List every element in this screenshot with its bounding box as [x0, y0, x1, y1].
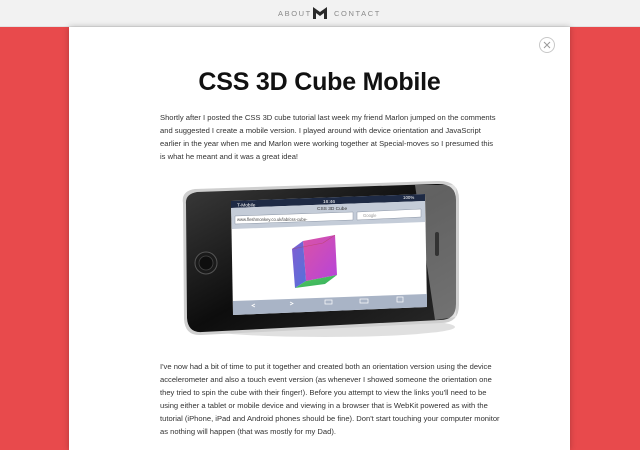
phone-page-title: CSS 3D Cube — [317, 206, 347, 212]
iphone-screenshot-image: T-Mobile 16:46 100% CSS 3D Cube www.fles… — [182, 180, 459, 337]
phone-search-field: Google — [363, 213, 377, 218]
site-logo-icon[interactable] — [313, 7, 327, 19]
nav-about-link[interactable]: ABOUT — [278, 9, 312, 18]
phone-battery-label: 100% — [403, 195, 414, 200]
close-button[interactable] — [539, 37, 555, 53]
article-title: CSS 3D Cube Mobile — [198, 68, 441, 96]
top-navigation: ABOUT CONTACT — [0, 0, 640, 27]
intro-paragraph: Shortly after I posted the CSS 3D cube t… — [160, 113, 496, 161]
phone-url-field: www.fleshmonkey.co.uk/lab/css-cube- — [237, 217, 308, 222]
body-paragraph: I've now had a bit of time to put it tog… — [160, 362, 500, 436]
article-card: CSS 3D Cube Mobile Shortly after I poste… — [69, 27, 570, 450]
nav-contact-link[interactable]: CONTACT — [334, 9, 381, 18]
phone-time-label: 16:46 — [323, 199, 335, 205]
close-icon — [543, 41, 551, 49]
